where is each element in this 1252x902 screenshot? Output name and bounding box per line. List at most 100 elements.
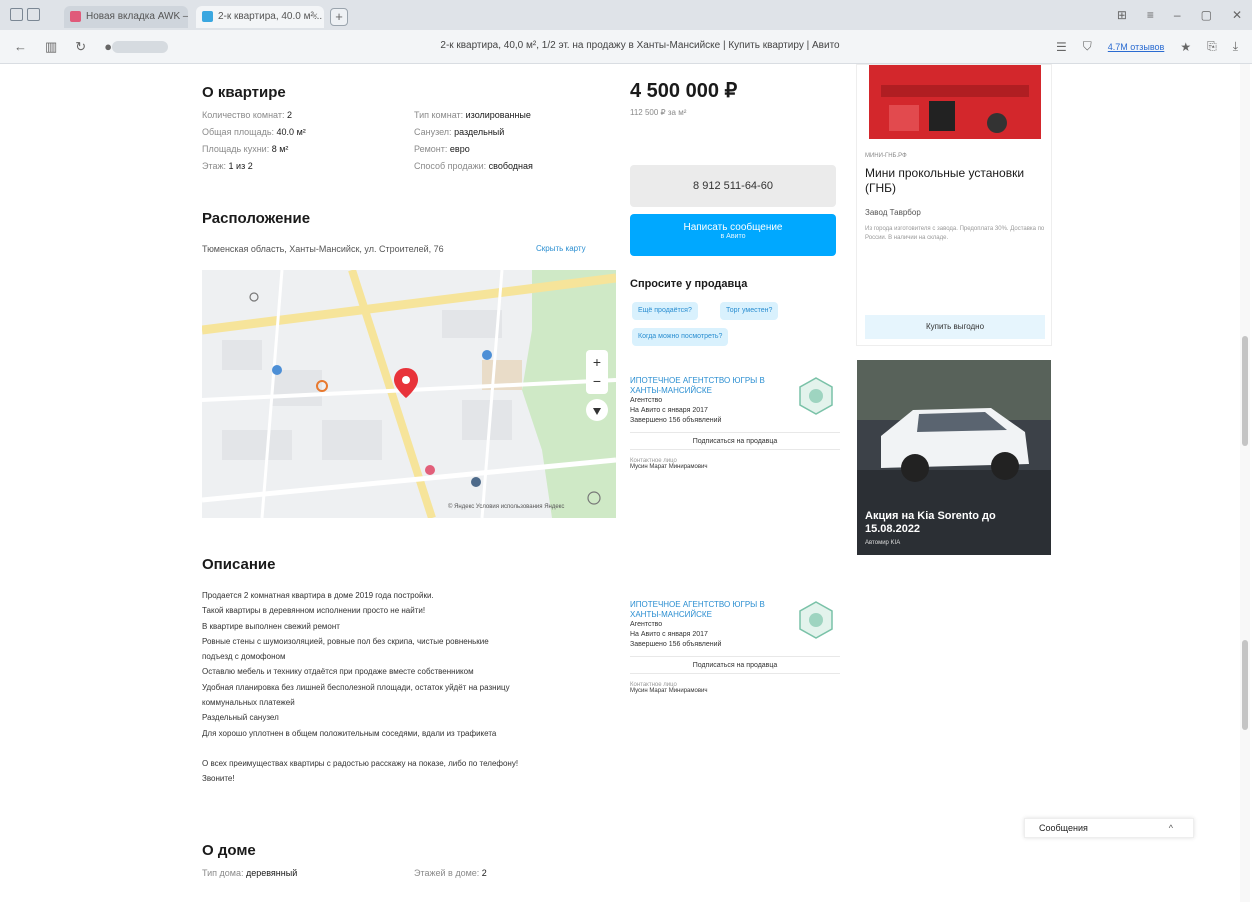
window-icon[interactable] — [10, 8, 23, 21]
menu-icon[interactable]: ≡ — [1147, 8, 1154, 22]
agency-card-sticky: ИПОТЕЧНОЕ АГЕНТСТВО ЮГРЫ В ХАНТЫ-МАНСИЙС… — [630, 600, 840, 694]
reload-icon[interactable]: ↻ — [75, 39, 86, 55]
ad-gnb[interactable]: МИНИ-ГНБ.РФ Мини прокольные установки (Г… — [856, 64, 1052, 346]
window-icons — [10, 8, 40, 22]
param-house-floors: Этажей в доме: 2 — [414, 868, 487, 878]
agency-logo-icon[interactable] — [796, 600, 836, 640]
close-tab-icon[interactable]: × — [312, 6, 318, 28]
contact-name: Мусин Марат Минирамович — [630, 464, 708, 470]
description-line: Продается 2 комнатная квартира в доме 20… — [202, 591, 434, 600]
bookmark-icon[interactable]: ⊞ — [1117, 8, 1127, 22]
ad-source: МИНИ-ГНБ.РФ — [865, 153, 907, 159]
star-icon[interactable]: ★ — [1180, 40, 1191, 54]
agency-card: ИПОТЕЧНОЕ АГЕНТСТВО ЮГРЫ В ХАНТЫ-МАНСИЙС… — [630, 376, 840, 470]
param-area: Общая площадь: 40.0 м² — [202, 127, 306, 137]
agency-name[interactable]: ИПОТЕЧНОЕ АГЕНТСТВО ЮГРЫ В ХАНТЫ-МАНСИЙС… — [630, 376, 790, 396]
about-left-column: Количество комнат: 2 Общая площадь: 40.0… — [202, 110, 306, 171]
page-title[interactable]: 2-к квартира, 40,0 м², 1/2 эт. на продаж… — [340, 40, 940, 51]
price-per-meter: 112 500 ₽ за м² — [630, 108, 687, 117]
location-address: Тюменская область, Ханты-Мансийск, ул. С… — [202, 244, 444, 254]
lock-icon: ● — [104, 39, 113, 54]
ad-buy-button[interactable]: Купить выгодно — [865, 315, 1045, 339]
about-title: О квартире — [202, 84, 286, 101]
subscribe-button[interactable]: Подписаться на продавца — [630, 432, 840, 450]
new-tab-button[interactable]: + — [330, 8, 348, 26]
chevron-up-icon[interactable]: ^ — [1169, 819, 1173, 837]
agency-name[interactable]: ИПОТЕЧНОЕ АГЕНТСТВО ЮГРЫ В ХАНТЫ-МАНСИЙС… — [630, 600, 790, 620]
scrollbar-thumb[interactable] — [1242, 336, 1248, 446]
param-room-type: Тип комнат: изолированные — [414, 110, 531, 120]
back-icon[interactable]: ← — [14, 39, 27, 55]
param-kitchen: Площадь кухни: 8 м² — [202, 144, 289, 154]
map-canvas: + − — [202, 270, 616, 518]
tab-favicon-icon — [70, 11, 81, 22]
ad-text: Из города изготовителя с завода. Предопл… — [865, 226, 1045, 241]
page-content: О квартире Количество комнат: 2 Общая пл… — [0, 64, 1240, 902]
browser-tab-bar: Новая вкладка AWK — Яндекс 2-к квартира,… — [0, 0, 1252, 30]
contact-name: Мусин Марат Минирамович — [630, 688, 708, 694]
message-button-sub: в Авито — [720, 233, 746, 240]
ask-chip-still-selling[interactable]: Ещё продаётся? — [632, 302, 698, 320]
description-line — [202, 741, 622, 756]
map[interactable]: + − © Яндекс Условия использования Яндек… — [202, 270, 616, 518]
show-phone-button[interactable]: 8 912 511-64-60 — [630, 165, 836, 207]
address-bar: ← ▥ ↻ ● 2-к квартира, 40,0 м², 1/2 эт. н… — [0, 30, 1252, 64]
svg-text:+: + — [593, 354, 601, 370]
description-line: коммунальных платежей — [202, 698, 295, 708]
minimize-icon[interactable]: – — [1174, 8, 1181, 22]
maximize-icon[interactable]: ▢ — [1201, 8, 1212, 22]
scrollbar-thumb-secondary[interactable] — [1242, 640, 1248, 730]
description-line: О всех преимуществах квартиры с радостью… — [202, 758, 519, 768]
map-copyright[interactable]: © Яндекс Условия использования Яндекс — [448, 504, 564, 510]
browser-tab-active[interactable]: 2-к квартира, 40.0 м²... × — [196, 6, 324, 28]
hide-map-link[interactable]: Скрыть карту — [536, 244, 586, 253]
download-arrow-icon[interactable]: ⤓ — [1233, 39, 1238, 54]
download-icon[interactable]: ⎘ — [1207, 39, 1217, 54]
reader-icon[interactable]: ☰ — [1056, 40, 1067, 54]
messages-label: Сообщения — [1039, 823, 1088, 833]
protect-icon[interactable]: ⛉ — [1083, 39, 1092, 54]
param-sale-type: Способ продажи: свободная — [414, 161, 533, 171]
price: 4 500 000 ₽ — [630, 80, 738, 102]
description-title: Описание — [202, 556, 276, 573]
sidebar-icon[interactable]: ▥ — [45, 39, 57, 55]
tabs-icon[interactable] — [27, 8, 40, 21]
agency-completed[interactable]: Завершено 156 объявлений — [630, 640, 840, 650]
ad-company: Завод Таврбор — [865, 208, 921, 217]
message-button-label: Написать сообщение — [683, 222, 783, 233]
param-repair: Ремонт: евро — [414, 144, 470, 154]
ask-chip-viewing[interactable]: Когда можно посмотреть? — [632, 328, 729, 346]
messages-widget[interactable]: Сообщения ^ — [1024, 818, 1194, 838]
ask-chip-bargain[interactable]: Торг уместен? — [720, 302, 779, 320]
description-line: Ровные стены с шумоизоляцией, ровные пол… — [202, 636, 489, 646]
param-house-type: Тип дома: деревянный — [202, 868, 298, 878]
close-window-icon[interactable]: ✕ — [1232, 8, 1242, 22]
description-line: Такой квартиры в деревянном исполнении п… — [202, 606, 426, 616]
description-line: Звоните! — [202, 774, 235, 784]
tab-favicon-icon — [202, 11, 213, 22]
description-line: подъезд с домофоном — [202, 652, 286, 662]
scrollbar[interactable] — [1240, 64, 1250, 902]
param-floor: Этаж: 1 из 2 — [202, 161, 253, 171]
location-title: Расположение — [202, 210, 311, 227]
write-message-button[interactable]: Написать сообщение в Авито — [630, 214, 836, 256]
window-controls: ⊞ ≡ – ▢ ✕ — [1117, 8, 1242, 22]
reviews-link[interactable]: 4.7М отзывов — [1108, 42, 1165, 52]
agency-completed[interactable]: Завершено 156 объявлений — [630, 416, 840, 426]
ad-kia[interactable]: Акция на Kia Sorento до 15.08.2022 Автом… — [857, 360, 1051, 555]
address-bar-actions: ☰ ⛉ 4.7М отзывов ★ ⎘ ⤓ — [1056, 39, 1238, 54]
description-text: Продается 2 комнатная квартира в доме 20… — [202, 588, 622, 787]
url-field[interactable] — [112, 41, 168, 53]
ad-small: Автомир KIA — [865, 540, 901, 546]
param-rooms: Количество комнат: 2 — [202, 110, 292, 120]
nav-buttons: ← ▥ ↻ ● — [14, 39, 112, 55]
ad-headline: Акция на Kia Sorento до 15.08.2022 — [865, 510, 996, 535]
param-bathroom: Санузел: раздельный — [414, 127, 505, 137]
subscribe-button[interactable]: Подписаться на продавца — [630, 656, 840, 674]
agency-logo-icon[interactable] — [796, 376, 836, 416]
description-line: Удобная планировка без лишней бесполезно… — [202, 682, 510, 692]
browser-tab-inactive[interactable]: Новая вкладка AWK — Яндекс — [64, 6, 188, 28]
ad-title[interactable]: Мини прокольные установки (ГНБ) — [865, 166, 1045, 196]
description-line: Раздельный санузел — [202, 713, 279, 723]
description-line: Для хорошо уплотнен в общем положительны… — [202, 728, 497, 738]
